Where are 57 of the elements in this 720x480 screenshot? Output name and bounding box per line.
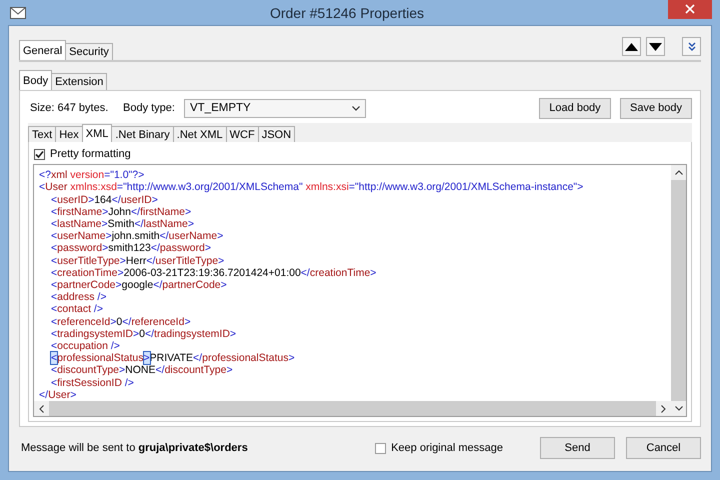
code-line: <partnerCode>google</partnerCode> <box>51 278 227 292</box>
close-button[interactable] <box>668 0 712 20</box>
size-label: Size: 647 bytes. <box>29 102 110 114</box>
checkbox[interactable] <box>34 148 45 160</box>
code-line: <tradingsystemID>0</tradingsystemID> <box>51 328 236 340</box>
checkbox[interactable] <box>375 442 386 454</box>
code-line: <creationTime>2006-03-21T23:19:36.7201424+01:00</creationTime> <box>51 266 376 279</box>
xml-editor[interactable] <box>33 164 687 417</box>
move-up-button[interactable] <box>622 37 641 56</box>
tab[interactable]: Extension <box>51 73 108 90</box>
horizontal-scrollbar[interactable] <box>34 401 671 416</box>
tab[interactable]: Security <box>65 43 113 60</box>
code-line: <discountType>NONE</discountType> <box>51 364 233 377</box>
close-icon <box>685 4 695 14</box>
code-line: <professionalStatus>PRIVATE</professionalStatus> <box>51 352 295 364</box>
chevron-left-icon[interactable] <box>39 404 44 412</box>
checkbox-label: Keep original message <box>391 442 503 454</box>
code-line: <userID>164</userID> <box>51 194 158 206</box>
body-button[interactable]: Save body <box>620 98 692 119</box>
chevron-up-icon[interactable] <box>674 170 682 176</box>
code-line: <firstName>John</firstName> <box>51 206 192 218</box>
double-chevron-icon <box>688 42 696 52</box>
dialog-button[interactable]: Cancel <box>626 437 701 459</box>
body-type-label: Body type: <box>123 102 175 114</box>
code-line: <?xml version="1.0"?> <box>39 169 144 182</box>
code-line: <User xmlns:xsd="http://www.w3.org/2001/XMLSchema" xmlns:xsi="http://www.w3.org/2001/XMLSchema-instance"> <box>39 181 584 194</box>
up-triangle-icon <box>625 42 638 51</box>
chevron-down-icon <box>352 106 360 111</box>
code-line: </User> <box>39 388 76 401</box>
code-line: <userTitleType>Herr</userTitleType> <box>51 254 224 267</box>
code-line: <userName>john.smith</userName> <box>51 230 224 242</box>
envelope-icon <box>10 6 26 19</box>
code-line: <occupation /> <box>51 340 120 352</box>
tab[interactable]: Text <box>28 126 56 142</box>
vertical-scrollbar[interactable] <box>671 165 686 416</box>
checkbox-label: Pretty formatting <box>50 148 131 160</box>
tab[interactable]: .Net Binary <box>111 126 174 142</box>
code-line: <lastName>Smith</lastName> <box>51 218 194 230</box>
code-line: <firstSessionID /> <box>51 376 134 389</box>
code-line: <address /> <box>51 291 106 304</box>
destination-message: Message will be sent to gruja\private$\orders <box>20 442 248 454</box>
dialog-button[interactable]: Send <box>540 437 615 459</box>
expand-button[interactable] <box>682 37 701 56</box>
move-down-button[interactable] <box>646 37 665 56</box>
window-title: Order #51246 Properties <box>268 4 426 21</box>
chevron-down-icon[interactable] <box>674 406 682 411</box>
chevron-right-icon[interactable] <box>661 404 666 412</box>
tab[interactable]: XML <box>82 124 112 142</box>
tab[interactable]: Body <box>19 70 52 90</box>
body-type-dropdown[interactable]: VT_EMPTY <box>184 98 366 118</box>
body-button[interactable]: Load body <box>539 98 611 119</box>
code-line: <contact /> <box>51 303 103 316</box>
tab[interactable]: JSON <box>258 126 296 142</box>
tab[interactable]: General <box>19 40 66 60</box>
code-line: <password>smith123</password> <box>51 242 211 255</box>
code-line: <referenceId>0</referenceId> <box>51 316 191 328</box>
down-triangle-icon <box>649 42 662 51</box>
